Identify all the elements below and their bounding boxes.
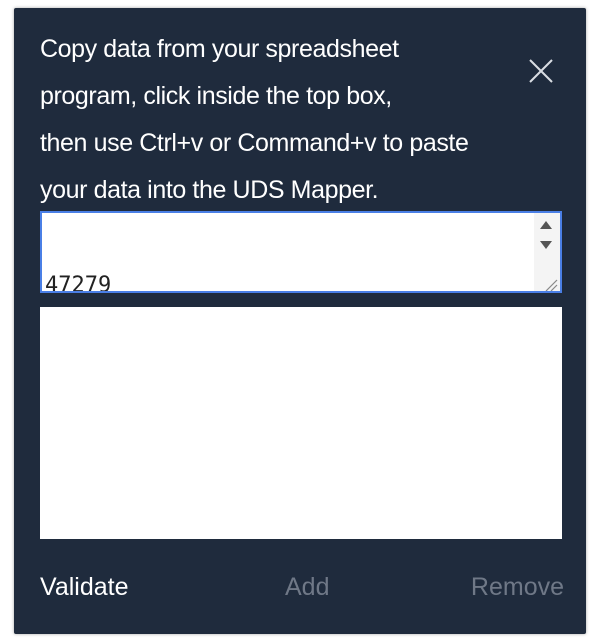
- scroll-up-arrow-icon[interactable]: [540, 221, 552, 229]
- paste-line: 47279: [45, 273, 112, 293]
- instruction-line: Copy data from your spreadsheet: [40, 35, 399, 63]
- paste-lines: 47279 47282 47283: [45, 213, 124, 293]
- scroll-down-arrow-icon[interactable]: [540, 241, 552, 249]
- resize-grip-icon[interactable]: [542, 273, 558, 291]
- instruction-line: then use Ctrl+v or Command+v to paste: [40, 129, 469, 157]
- paste-data-dialog: Copy data from your spreadsheet program,…: [14, 8, 586, 634]
- validated-data-box: [40, 307, 562, 539]
- add-button[interactable]: Add: [285, 570, 329, 604]
- validate-button[interactable]: Validate: [40, 570, 129, 604]
- instruction-line: your data into the UDS Mapper.: [40, 176, 379, 204]
- paste-input-textarea[interactable]: 47279 47282 47283: [40, 211, 562, 293]
- instruction-line: program, click inside the top box,: [40, 82, 392, 110]
- instructions-text: Copy data from your spreadsheet program,…: [40, 26, 510, 214]
- close-icon[interactable]: [522, 52, 560, 90]
- remove-button[interactable]: Remove: [471, 570, 564, 604]
